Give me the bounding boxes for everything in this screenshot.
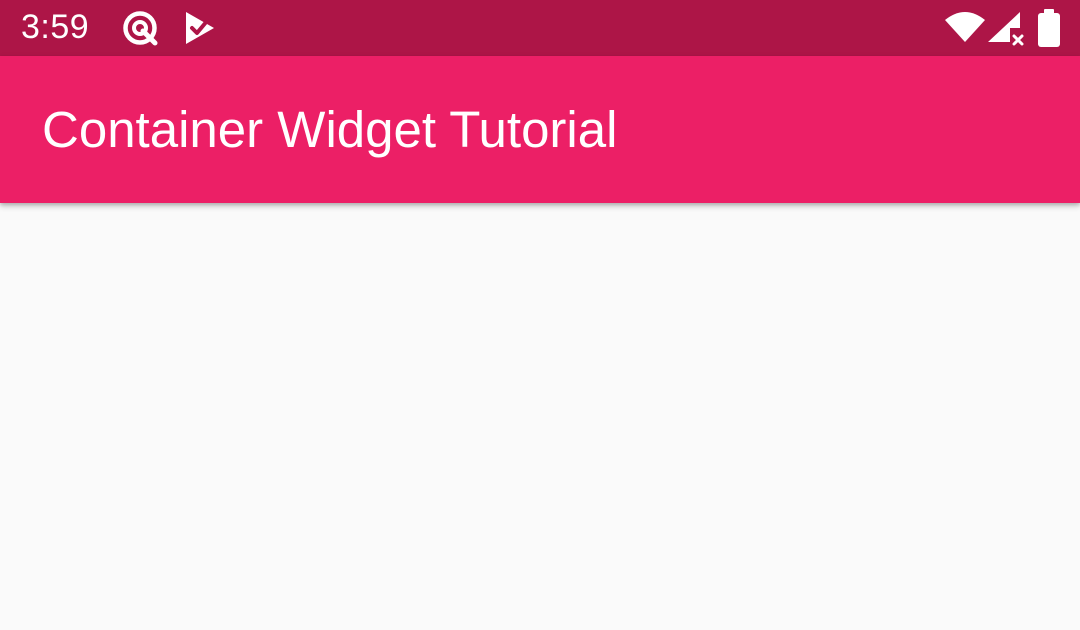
device-screen: 3:59 Container Widget Tutorial [0, 0, 1080, 630]
battery-icon [1036, 8, 1062, 48]
wifi-icon [944, 8, 986, 48]
cell-signal-no-service-icon [986, 8, 1024, 48]
play-store-check-icon [180, 8, 220, 48]
status-time: 3:59 [21, 8, 90, 46]
status-bar: 3:59 [0, 0, 1080, 56]
content-area [0, 203, 1080, 630]
app-bar-title: Container Widget Tutorial [42, 101, 618, 158]
quad-notification-icon [120, 8, 160, 48]
app-bar: Container Widget Tutorial [0, 56, 1080, 203]
